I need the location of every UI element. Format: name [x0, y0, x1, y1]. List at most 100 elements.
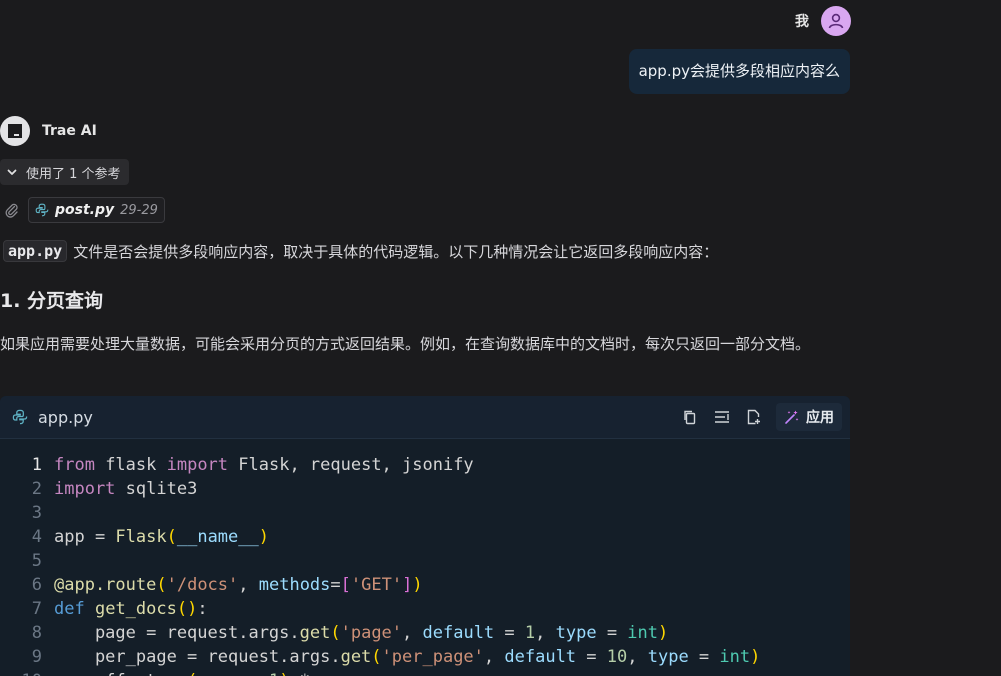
code-line: 2 import sqlite3 [0, 477, 850, 501]
code-line: 5 [0, 549, 850, 573]
code-token: default [504, 647, 577, 667]
code-token: = [330, 575, 341, 595]
assistant-avatar [0, 116, 30, 146]
user-message-bubble: app.py会提供多段相应内容么 [628, 49, 850, 94]
code-token: int [719, 647, 751, 667]
file-reference-range: 29-29 [120, 202, 158, 218]
line-number: 6 [31, 575, 42, 595]
code-token: per_page = request.args. [54, 647, 341, 667]
code-block-filename: app.py [38, 407, 93, 427]
code-lines[interactable]: 1 from flask import Flask, request, jsoni… [0, 439, 850, 676]
code-text: per_page = request.args.get('per_page', … [54, 645, 760, 669]
section-heading: 1. 分页查询 [0, 290, 104, 312]
inline-code-filename: app.py [3, 240, 68, 262]
code-token: default [422, 623, 495, 643]
assistant-name: Trae AI [42, 123, 97, 139]
code-token: [ [340, 575, 351, 595]
intro-paragraph: app.py 文件是否会提供多段响应内容，取决于具体的代码逻辑。以下几种情况会让… [3, 240, 718, 262]
code-token: * per_page [289, 671, 402, 676]
trae-logo-icon [8, 124, 22, 138]
code-line: 10 offset = (page - 1) * per_page [0, 669, 850, 676]
code-line: 7 def get_docs(): [0, 597, 850, 621]
code-line: 4 app = Flask(__name__) [0, 525, 850, 549]
code-block: app.py 应用 1 from flask import Flask, req… [0, 396, 850, 676]
code-token: get [299, 623, 331, 643]
code-token: page = request.args. [54, 623, 300, 643]
code-token: ) [279, 671, 289, 676]
reference-row: post.py 29-29 [4, 197, 165, 223]
code-line: 9 per_page = request.args.get('per_page'… [0, 645, 850, 669]
code-token: type [647, 647, 689, 667]
code-token: 1 [524, 623, 536, 643]
section-paragraph: 如果应用需要处理大量数据，可能会采用分页的方式返回结果。例如，在查询数据库中的文… [0, 335, 811, 353]
chevron-down-icon [7, 169, 17, 175]
line-number: 8 [31, 623, 42, 643]
code-token: = [576, 647, 607, 667]
copy-icon [684, 410, 696, 425]
code-token: __name__ [176, 527, 259, 547]
python-file-icon [12, 409, 28, 425]
code-text: page = request.args.get('page', default … [54, 621, 668, 645]
code-token: page - [197, 671, 269, 676]
code-text: @app.route('/docs', methods=['GET']) [54, 573, 423, 597]
code-token: , [402, 623, 423, 643]
insert-at-cursor-button[interactable] [712, 407, 732, 427]
code-token: , [627, 647, 648, 667]
code-token: , [535, 623, 556, 643]
chat-panel: 我 app.py会提供多段相应内容么 Trae AI 使用了 1 个参考 pos… [0, 0, 1001, 676]
copy-button[interactable] [680, 407, 700, 427]
line-number: 3 [31, 503, 42, 523]
add-to-file-button[interactable] [744, 407, 764, 427]
code-token: get_docs [94, 599, 177, 619]
user-name: 我 [795, 14, 809, 30]
code-text: from flask import Flask, request, jsonif… [54, 453, 474, 477]
code-line: 8 page = request.args.get('page', defaul… [0, 621, 850, 645]
code-text: app = Flask(__name__) [54, 525, 269, 549]
references-label: 使用了 1 个参考 [26, 166, 121, 182]
line-number: 2 [31, 479, 42, 499]
code-token: = [596, 623, 628, 643]
magic-wand-icon [785, 410, 799, 424]
code-text: def get_docs(): [54, 597, 208, 621]
code-token: 'per_page' [381, 647, 484, 667]
code-token: ( [156, 575, 167, 595]
code-token: ( [330, 623, 341, 643]
code-block-header: app.py 应用 [0, 396, 850, 439]
line-number: 5 [31, 551, 42, 571]
python-file-icon [35, 203, 49, 217]
code-token: methods [258, 575, 331, 595]
code-token: type [555, 623, 597, 643]
code-block-toolbar: 应用 [680, 403, 842, 431]
code-token: int [627, 623, 659, 643]
apply-button[interactable]: 应用 [776, 403, 842, 431]
code-token: ) [258, 527, 269, 547]
code-token: flask [94, 455, 167, 475]
code-token: sqlite3 [115, 479, 198, 499]
code-token: 'GET' [350, 575, 403, 595]
line-number: 1 [31, 455, 42, 475]
code-token: import [166, 455, 229, 475]
code-line: 1 from flask import Flask, request, jsoni… [0, 453, 850, 477]
code-token: ) [412, 575, 423, 595]
code-token: , [238, 575, 259, 595]
code-text: import sqlite3 [54, 477, 197, 501]
code-token: : [197, 599, 208, 619]
code-token: Flask [115, 527, 167, 547]
code-token: import [54, 479, 116, 499]
code-token: '/docs' [166, 575, 239, 595]
code-token: ) [658, 623, 669, 643]
code-line: 6 @app.route('/docs', methods=['GET']) [0, 573, 850, 597]
code-token: , [483, 647, 505, 667]
file-reference-chip[interactable]: post.py 29-29 [28, 197, 165, 223]
line-number: 9 [31, 647, 42, 667]
code-token: = [688, 647, 720, 667]
code-line: 3 [0, 501, 850, 525]
code-token: ( [187, 671, 197, 676]
line-number: 7 [31, 599, 42, 619]
user-avatar [821, 6, 851, 36]
references-toggle[interactable]: 使用了 1 个参考 [0, 159, 129, 185]
apply-label: 应用 [806, 410, 834, 426]
code-token: Flask, request, jsonify [228, 455, 474, 475]
code-token: = [494, 623, 525, 643]
